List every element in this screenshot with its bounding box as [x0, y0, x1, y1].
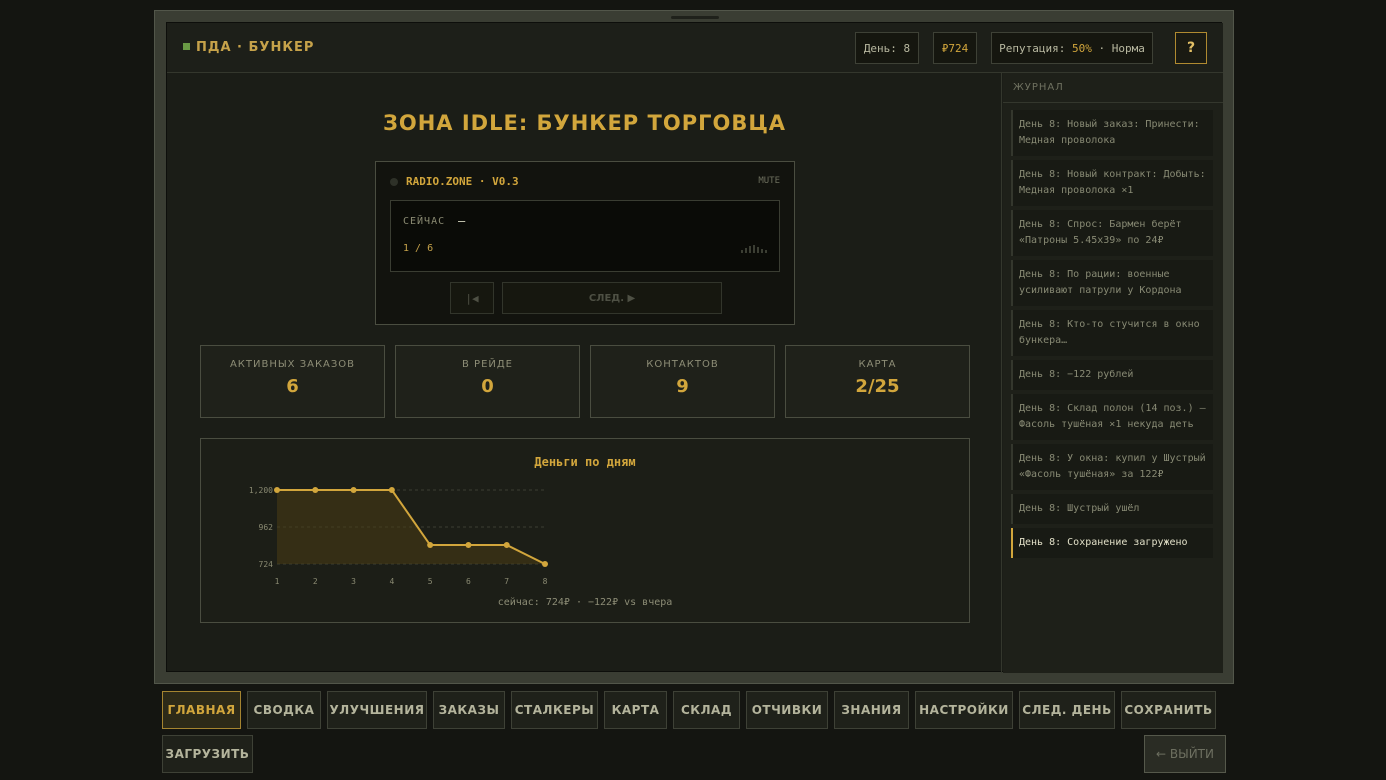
radio-name: RADIO.ZONE · V0.3	[406, 175, 519, 188]
pda-frame: ПДА · БУНКЕР День: 8 ₽724 Репутация: 50%…	[154, 10, 1234, 684]
track-counter: 1 / 6	[403, 243, 434, 254]
chart-point	[312, 487, 319, 493]
chart-area	[277, 490, 545, 564]
journal-entry: День 8: У окна: купил у Шустрый «Фасоль …	[1011, 444, 1213, 490]
nav-settings-button[interactable]: НАСТРОЙКИ	[915, 691, 1013, 729]
now-playing-value: —	[458, 214, 466, 228]
journal-entry: День 8: −122 рублей	[1011, 360, 1213, 390]
stat-card-value: 0	[481, 376, 494, 397]
stat-card-label: АКТИВНЫХ ЗАКАЗОВ	[229, 359, 356, 370]
brand-label: ПДА · БУНКЕР	[196, 40, 315, 55]
journal-entry: День 8: Новый заказ: Принести: Медная пр…	[1011, 110, 1213, 156]
reputation-box: Репутация: 50% · Норма	[991, 32, 1153, 64]
stat-card-value: 2/25	[855, 376, 900, 397]
radio-prev-button[interactable]: |◀	[450, 282, 494, 314]
journal-entry: День 8: Склад полон (14 поз.) — Фасоль т…	[1011, 394, 1213, 440]
chart-title: Деньги по дням	[534, 455, 635, 469]
reputation-status: · Норма	[1091, 41, 1145, 55]
radio-display: СЕЙЧАС — 1 / 6	[390, 200, 780, 272]
money-label: ₽724	[941, 41, 969, 55]
now-playing-label: СЕЙЧАС	[403, 216, 446, 227]
nav-stalkers-button[interactable]: СТАЛКЕРЫ	[511, 691, 598, 729]
day-label: День: 8	[863, 41, 911, 55]
status-dot-icon	[183, 43, 190, 50]
stat-card-label: В РЕЙДЕ	[462, 359, 513, 370]
journal-title: ЖУРНАЛ	[1003, 73, 1223, 103]
chart-x-tick: 3	[351, 577, 356, 586]
radio-next-button[interactable]: СЛЕД. ▶	[502, 282, 722, 314]
page-title: ЗОНА IDLE: БУНКЕР ТОРГОВЦА	[382, 111, 787, 135]
chart-x-tick: 2	[313, 577, 318, 586]
exit-button[interactable]: ← ВЫЙТИ	[1144, 735, 1226, 773]
radio-led-icon	[390, 178, 398, 186]
frame-notch	[671, 16, 719, 19]
stat-card-label: КОНТАКТОВ	[646, 359, 719, 370]
nav-save-button[interactable]: СОХРАНИТЬ	[1121, 691, 1216, 729]
nav-load-button[interactable]: ЗАГРУЗИТЬ	[162, 735, 253, 773]
chart-footer: сейчас: 724₽ · −122₽ vs вчера	[498, 596, 673, 608]
equalizer-icon	[741, 245, 767, 253]
journal-entry: День 8: По рации: военные усиливают патр…	[1011, 260, 1213, 306]
radio-widget: RADIO.ZONE · V0.3 MUTE СЕЙЧАС — 1 / 6 |◀…	[375, 161, 795, 325]
chart-point	[465, 542, 472, 549]
chart-point	[388, 487, 395, 493]
money-chart-card: Деньги по дням 1,200 962 724 1 2 3 4 5 6 7 8 сейчас:…	[200, 438, 970, 623]
main-panel: ЗОНА IDLE: БУНКЕР ТОРГОВЦА RADIO.ZONE · …	[167, 73, 1002, 673]
chart-y-tick: 724	[259, 560, 274, 569]
stat-card-label: КАРТА	[858, 359, 897, 370]
chart-x-tick: 6	[466, 577, 471, 586]
day-counter: День: 8	[855, 32, 919, 64]
brand: ПДА · БУНКЕР	[183, 40, 314, 55]
stat-card-in-raid: В РЕЙДЕ 0	[395, 345, 580, 418]
chart-point	[503, 542, 510, 549]
nav-next-day-button[interactable]: СЛЕД. ДЕНЬ	[1019, 691, 1115, 729]
chart-point	[274, 487, 280, 493]
chart-point	[427, 542, 434, 549]
reputation-label: Репутация:	[999, 41, 1072, 55]
nav-map-button[interactable]: КАРТА	[604, 691, 667, 729]
journal-entry: День 8: Кто-то стучится в окно бункера…	[1011, 310, 1213, 356]
journal-entry: День 8: Новый контракт: Добыть: Медная п…	[1011, 160, 1213, 206]
chart-x-tick: 1	[275, 577, 280, 586]
reputation-value: 50%	[1072, 41, 1092, 55]
chart-y-tick: 962	[259, 523, 274, 532]
nav-upgrades-button[interactable]: УЛУЧШЕНИЯ	[327, 691, 427, 729]
chart-point	[542, 561, 548, 567]
chart-x-tick: 7	[504, 577, 509, 586]
chart-x-tick: 5	[428, 577, 433, 586]
journal-list: День 8: Новый заказ: Принести: Медная пр…	[1003, 103, 1223, 558]
top-bar: ПДА · БУНКЕР День: 8 ₽724 Репутация: 50%…	[167, 23, 1223, 73]
nav-orders-button[interactable]: ЗАКАЗЫ	[433, 691, 505, 729]
journal-entry: День 8: Шустрый ушёл	[1011, 494, 1213, 524]
nav-warehouse-button[interactable]: СКЛАД	[673, 691, 740, 729]
chart-x-tick: 8	[543, 577, 548, 586]
stat-card-map: КАРТА 2/25	[785, 345, 970, 418]
mute-button[interactable]: MUTE	[758, 176, 780, 186]
nav-summary-button[interactable]: СВОДКА	[247, 691, 321, 729]
stat-card-value: 6	[286, 376, 299, 397]
nav-knowledge-button[interactable]: ЗНАНИЯ	[834, 691, 909, 729]
stat-card-contacts: КОНТАКТОВ 9	[590, 345, 775, 418]
chart-point	[350, 487, 357, 493]
journal-entry: День 8: Спрос: Бармен берёт «Патроны 5.4…	[1011, 210, 1213, 256]
pda-screen: ПДА · БУНКЕР День: 8 ₽724 Репутация: 50%…	[166, 22, 1223, 673]
stat-card-value: 9	[676, 376, 689, 397]
nav-reports-button[interactable]: ОТЧИВКИ	[746, 691, 828, 729]
journal-panel: ЖУРНАЛ День 8: Новый заказ: Принести: Ме…	[1003, 73, 1223, 673]
nav-home-button[interactable]: ГЛАВНАЯ	[162, 691, 241, 729]
money-counter: ₽724	[933, 32, 977, 64]
stat-card-active-orders: АКТИВНЫХ ЗАКАЗОВ 6	[200, 345, 385, 418]
journal-entry: День 8: Сохранение загружено	[1011, 528, 1213, 558]
chart-x-tick: 4	[389, 577, 394, 586]
chart-y-tick: 1,200	[249, 486, 273, 495]
help-button[interactable]: ?	[1175, 32, 1207, 64]
money-chart: Деньги по дням 1,200 962 7241 2 3 4 5 6 7 8 сейчас:…	[249, 455, 673, 608]
